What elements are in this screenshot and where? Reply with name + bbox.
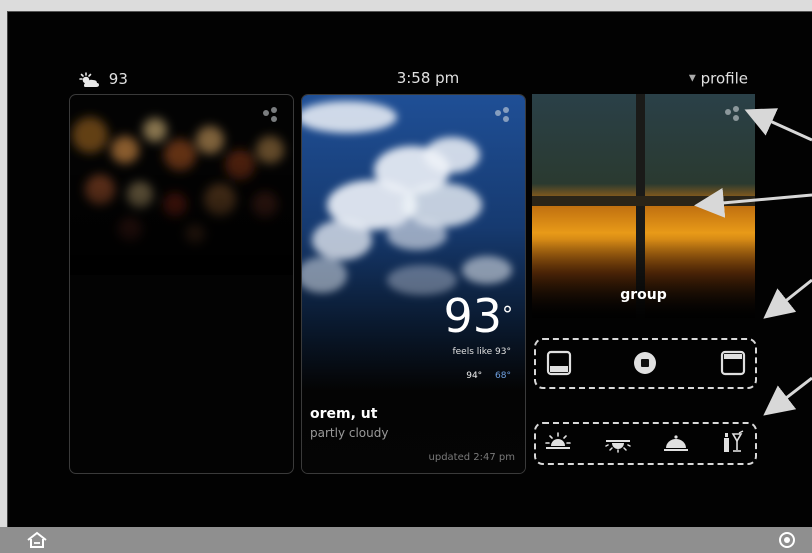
profile-menu[interactable]: ▼ profile: [668, 66, 748, 90]
dinner-scene-button[interactable]: [662, 432, 690, 454]
ambient-panel[interactable]: [69, 94, 294, 474]
degree-symbol: °: [502, 303, 513, 328]
dinner-icon: [664, 435, 688, 451]
panel-menu-icon[interactable]: [495, 107, 515, 127]
target-icon: [779, 532, 795, 548]
bar-icon: [724, 430, 744, 452]
temperature-display: 93°: [443, 291, 513, 341]
status-temperature: 93: [108, 69, 128, 88]
sunrise-scene-button[interactable]: [544, 432, 572, 454]
weather-panel[interactable]: 93° feels like 93° 94° 68° orem, ut part…: [301, 94, 526, 474]
window-sunset-image: [532, 94, 755, 318]
bokeh-image: [70, 117, 293, 275]
status-time: 3:58 pm: [396, 69, 460, 87]
home-button[interactable]: [26, 531, 48, 549]
stop-button[interactable]: [632, 350, 658, 376]
shade-down-icon: [546, 350, 572, 376]
settings-button[interactable]: [778, 531, 796, 549]
profile-label: profile: [700, 69, 748, 88]
scene-buttons-row: [534, 422, 757, 465]
shade-down-button[interactable]: [546, 350, 572, 376]
bottom-bar: [0, 527, 812, 553]
shade-up-button[interactable]: [720, 350, 746, 376]
high-temp: 94°: [466, 371, 483, 381]
temperature-value: 93: [443, 289, 502, 343]
sunrise-icon: [545, 432, 571, 449]
status-weather[interactable]: 93: [78, 66, 158, 90]
panel-menu-icon[interactable]: [263, 107, 283, 127]
shade-controls-row: [534, 338, 757, 389]
weather-small-icon: [78, 71, 100, 87]
bar-scene-button[interactable]: [720, 430, 748, 454]
sunset-scene-button[interactable]: [604, 432, 632, 454]
group-panel[interactable]: group: [532, 94, 755, 318]
location: orem, ut: [310, 406, 378, 422]
condition: partly cloudy: [310, 426, 389, 440]
low-temp: 68°: [495, 371, 511, 381]
home-icon: [27, 531, 47, 548]
touch-screen: 93 3:58 pm ▼ profile 93° feels like 93° …: [7, 11, 812, 528]
high-low: 94° 68°: [466, 371, 511, 381]
feels-like: feels like 93°: [452, 347, 511, 357]
panel-menu-icon[interactable]: [725, 106, 745, 126]
updated-time: updated 2:47 pm: [428, 452, 515, 463]
stop-icon: [634, 352, 656, 374]
shade-up-icon: [720, 350, 746, 376]
group-label: group: [620, 287, 667, 303]
sunset-icon: [605, 440, 631, 453]
dropdown-triangle-icon: ▼: [688, 73, 696, 84]
